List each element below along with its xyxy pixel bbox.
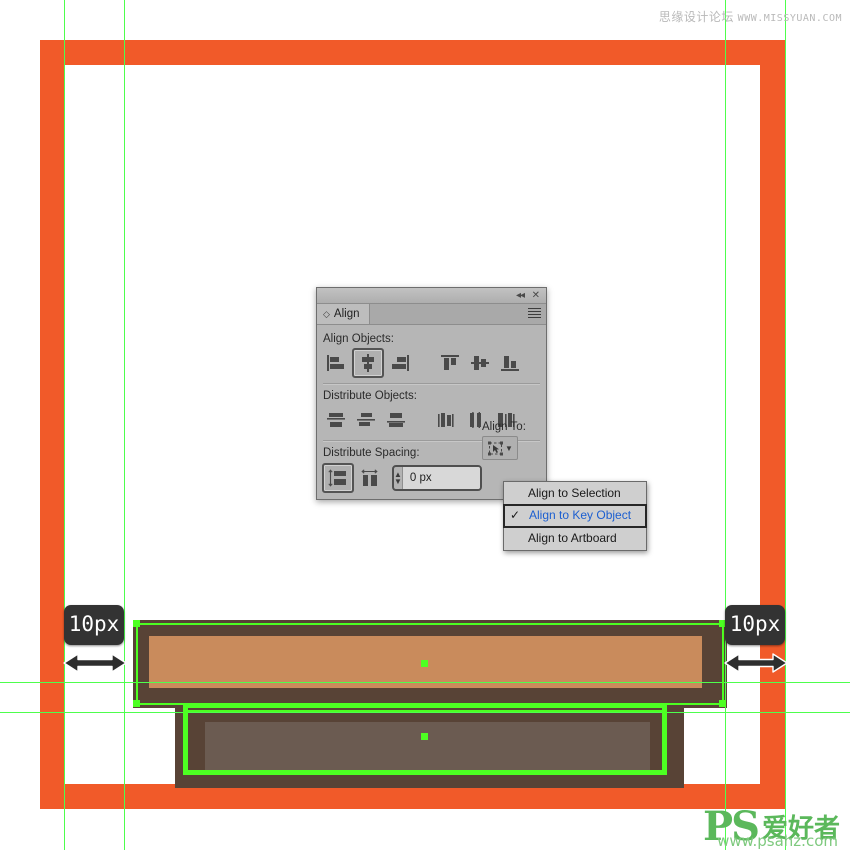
tab-align[interactable]: ◇ Align — [317, 304, 370, 324]
align-to-label: Align To: — [482, 421, 526, 433]
selection-bottom-bar-inner-top — [187, 710, 663, 712]
anchor-center-bottom-bar — [421, 733, 428, 740]
align-bottom-icon — [501, 356, 519, 371]
distribute-objects-label: Distribute Objects: — [323, 390, 417, 402]
align-right-icon — [392, 355, 409, 371]
selection-bottom-bar-edge-top — [183, 703, 667, 708]
horizontal-space-icon — [361, 469, 378, 486]
spacing-input[interactable] — [401, 467, 480, 489]
panel-tab-row[interactable]: ◇ Align — [317, 304, 546, 325]
vertical-align-top-button[interactable] — [436, 350, 464, 376]
distribute-vcenter-icon — [357, 413, 375, 426]
align-to-dropdown-button[interactable]: ▼ — [482, 436, 518, 460]
artwork-orange-frame-left — [40, 40, 65, 809]
check-icon: ✓ — [510, 508, 521, 522]
menu-item-align-to-key-object[interactable]: ✓ Align to Key Object — [503, 504, 647, 528]
guide-vertical-left-outer — [64, 0, 65, 850]
close-icon[interactable]: ✕ — [532, 289, 540, 302]
menu-item-label: Align to Selection — [528, 486, 621, 500]
anchor-handle-br[interactable] — [719, 700, 726, 707]
vertical-distribute-space-button[interactable] — [322, 463, 354, 493]
align-to-key-object-icon — [488, 441, 504, 455]
watermark-logo-url: www.psahz.com — [717, 832, 838, 850]
menu-item-label: Align to Key Object — [529, 508, 632, 522]
distribute-bottom-icon — [387, 413, 405, 427]
guide-vertical-right-outer — [785, 0, 786, 850]
stepper-down-icon[interactable]: ▼ — [394, 478, 402, 486]
artwork-orange-frame-right — [760, 40, 785, 809]
vertical-distribute-center-button[interactable] — [352, 407, 380, 433]
left-spacing-badge: 10px — [64, 605, 124, 645]
illustrator-canvas: 10px 10px ◂◂ ✕ ◇ Align Align Objects: Di… — [0, 0, 850, 850]
align-objects-row — [317, 348, 546, 378]
horizontal-align-right-button[interactable] — [386, 350, 414, 376]
panel-menu-icon[interactable] — [528, 308, 541, 319]
align-panel[interactable]: ◂◂ ✕ ◇ Align Align Objects: Distribute O… — [316, 287, 547, 500]
chevron-down-icon: ▼ — [505, 443, 513, 453]
vertical-align-center-button[interactable] — [466, 350, 494, 376]
collapse-double-arrow-icon[interactable]: ◂◂ — [516, 289, 525, 302]
tab-align-label: Align — [333, 308, 360, 320]
anchor-center-top-bar — [421, 660, 428, 667]
spacing-value-field[interactable]: ▲ ▼ — [392, 465, 482, 491]
guide-horizontal-lower — [0, 712, 850, 713]
panel-title-bar[interactable]: ◂◂ ✕ — [317, 288, 546, 304]
diamond-toggle-icon: ◇ — [323, 309, 330, 319]
horizontal-align-center-button[interactable] — [352, 348, 384, 378]
anchor-handle-tl[interactable] — [133, 620, 140, 627]
watermark-top-url: WWW.MISSYUAN.COM — [737, 13, 842, 24]
align-center-icon — [362, 354, 374, 372]
guide-vertical-right-inner — [725, 0, 726, 850]
distribute-top-icon — [327, 413, 345, 427]
vertical-distribute-top-button[interactable] — [322, 407, 350, 433]
distribute-left-icon — [438, 413, 454, 427]
align-to-block: Align To: ▼ — [482, 421, 540, 460]
horizontal-distribute-space-button[interactable] — [356, 465, 384, 491]
align-left-icon — [327, 355, 344, 371]
divider-1 — [323, 383, 540, 385]
artwork-bottom-bar-fill[interactable] — [205, 722, 650, 772]
selection-bottom-bar-edge-right — [662, 703, 667, 775]
selection-bottom-bar-edge-left — [183, 703, 188, 775]
spacing-stepper[interactable]: ▲ ▼ — [394, 467, 402, 489]
horizontal-distribute-left-button[interactable] — [432, 407, 460, 433]
watermark-top-cn: 思缘设计论坛 — [658, 10, 734, 24]
selection-bottom-bar-edge-bottom — [183, 770, 667, 775]
align-objects-label: Align Objects: — [323, 333, 394, 345]
menu-item-label: Align to Artboard — [528, 531, 617, 545]
align-top-icon — [441, 355, 459, 370]
anchor-handle-bl[interactable] — [133, 700, 140, 707]
left-spacing-arrow — [62, 650, 128, 681]
align-to-dropdown-menu[interactable]: Align to Selection ✓ Align to Key Object… — [503, 481, 647, 551]
selection-top-bar-edge-top — [136, 623, 724, 625]
guide-vertical-left-inner — [124, 0, 125, 850]
vertical-distribute-bottom-button[interactable] — [382, 407, 410, 433]
menu-item-align-to-artboard[interactable]: Align to Artboard — [504, 528, 646, 549]
watermark-top: 思缘设计论坛 WWW.MISSYUAN.COM — [659, 8, 842, 25]
menu-item-align-to-selection[interactable]: Align to Selection — [504, 483, 646, 504]
vertical-space-icon — [328, 469, 346, 487]
horizontal-align-left-button[interactable] — [322, 350, 350, 376]
panel-body: Align Objects: Distribute Objects: Distr… — [317, 325, 546, 499]
artwork-orange-frame-top — [40, 40, 785, 65]
align-middle-icon — [471, 356, 489, 370]
right-spacing-arrow — [723, 650, 789, 681]
selection-top-bar-edge-left — [136, 623, 138, 705]
vertical-align-bottom-button[interactable] — [496, 350, 524, 376]
right-spacing-badge: 10px — [725, 605, 785, 645]
